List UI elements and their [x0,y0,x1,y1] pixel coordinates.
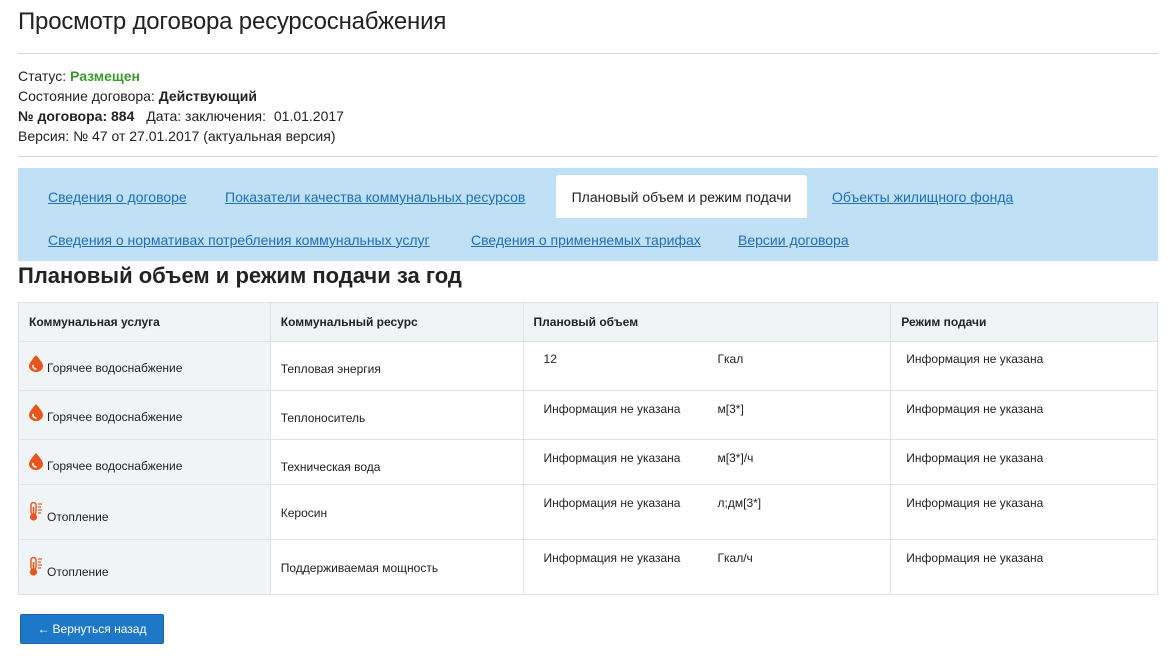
mode-cell: Информация не указана [890,439,1158,485]
volume-cell: Информация не указана м[3*]/ч [522,439,892,485]
resource-name: Керосин [280,506,328,520]
divider [18,156,1158,157]
tab-consumption-norms[interactable]: Сведения о нормативах потребления коммун… [48,232,430,248]
volume-cell: 12 Гкал [522,341,892,391]
resource-cell: Техническая вода [269,439,524,485]
state-value: Действующий [158,88,257,104]
table-row: Горячее водоснабжение Теплоноситель Инфо… [18,390,1158,440]
table-row: Отопление Керосин Информация не указана л… [18,484,1158,540]
resource-cell: Тепловая энергия [269,341,524,391]
divider [18,53,1158,54]
resource-name: Теплоноситель [280,411,366,425]
section-title: Плановый объем и режим подачи за год [18,263,462,288]
mode-value: Информация не указана [906,551,1044,565]
column-header-service: Коммунальная услуга [18,302,271,342]
mode-value: Информация не указана [906,496,1044,510]
service-cell: Горячее водоснабжение [18,341,271,391]
volume-unit: Гкал/ч [717,551,753,565]
status-value: Размещен [70,68,140,84]
water-drop-icon [29,355,47,375]
number-label: № договора: [18,108,108,124]
volume-value: Информация не указана [543,551,681,565]
date-value: 01.01.2017 [273,108,344,124]
back-button[interactable]: ← Вернуться назад [20,614,164,644]
table-row: Горячее водоснабжение Тепловая энергия 1… [18,341,1158,391]
resource-cell: Керосин [269,484,524,540]
mode-value: Информация не указана [906,451,1044,465]
tab-quality-indicators[interactable]: Показатели качества коммунальных ресурсо… [225,189,525,205]
column-header-volume: Плановый объем [522,302,892,342]
service-name: Отопление [47,510,109,524]
service-name: Горячее водоснабжение [47,361,183,375]
mode-cell: Информация не указана [890,341,1158,391]
table-header-row: Коммунальная услуга Коммунальный ресурс … [18,302,1158,342]
tab-contract-info[interactable]: Сведения о договоре [48,189,187,205]
volume-value: Информация не указана [543,496,681,510]
planned-volume-table: Коммунальная услуга Коммунальный ресурс … [18,302,1158,595]
column-header-resource: Коммунальный ресурс [269,302,524,342]
service-cell: Горячее водоснабжение [18,390,271,440]
volume-unit: л;дм[3*] [717,496,762,510]
resource-name: Тепловая энергия [280,362,381,376]
version-line: Версия: № 47 от 27.01.2017 (актуальная в… [18,128,336,144]
tab-housing-objects[interactable]: Объекты жилищного фонда [832,189,1013,205]
service-cell: Горячее водоснабжение [18,439,271,485]
column-header-mode: Режим подачи [890,302,1158,342]
resource-name: Поддерживаемая мощность [280,561,439,575]
water-drop-icon [29,453,47,473]
volume-cell: Информация не указана м[3*] [522,390,892,440]
thermometer-icon [29,556,47,579]
tab-contract-versions[interactable]: Версии договора [738,232,849,248]
service-name: Горячее водоснабжение [47,410,183,424]
resource-cell: Поддерживаемая мощность [269,539,524,595]
mode-cell: Информация не указана [890,539,1158,595]
tab-planned-volume-active[interactable]: Плановый объем и режим подачи [556,175,807,218]
date-label: Дата: заключения: [146,108,266,124]
volume-value: 12 [543,352,557,366]
resource-name: Техническая вода [280,460,381,474]
volume-unit: м[3*]/ч [717,451,754,465]
state-line: Состояние договора: Действующий [18,86,344,106]
mode-value: Информация не указана [906,402,1044,416]
service-cell: Отопление [18,539,271,595]
service-cell: Отопление [18,484,271,540]
table-row: Отопление Поддерживаемая мощность Информ… [18,539,1158,595]
mode-cell: Информация не указана [890,484,1158,540]
state-label: Состояние договора: [18,88,155,104]
volume-cell: Информация не указана л;дм[3*] [522,484,892,540]
thermometer-icon [29,501,47,524]
water-drop-icon [29,404,47,424]
volume-unit: м[3*] [717,402,744,416]
service-name: Горячее водоснабжение [47,459,183,473]
table-row: Горячее водоснабжение Техническая вода И… [18,439,1158,485]
tab-tariffs[interactable]: Сведения о применяемых тарифах [471,232,701,248]
number-line: № договора: 884 Дата: заключения: 01.01.… [18,106,344,126]
tabs-panel: Сведения о договоре Показатели качества … [18,168,1158,261]
volume-cell: Информация не указана Гкал/ч [522,539,892,595]
mode-cell: Информация не указана [890,390,1158,440]
volume-value: Информация не указана [543,402,681,416]
mode-value: Информация не указана [906,352,1044,366]
number-value: 884 [111,108,135,124]
status-line: Статус: Размещен [18,66,344,86]
volume-value: Информация не указана [543,451,681,465]
arrow-left-icon: ← [37,622,50,636]
resource-cell: Теплоноситель [269,390,524,440]
contract-meta: Статус: Размещен Состояние договора: Дей… [18,66,344,146]
back-button-label: Вернуться назад [52,622,147,636]
page-title: Просмотр договора ресурсоснабжения [18,8,447,35]
service-name: Отопление [47,565,109,579]
volume-unit: Гкал [717,352,744,366]
status-label: Статус: [18,68,67,84]
